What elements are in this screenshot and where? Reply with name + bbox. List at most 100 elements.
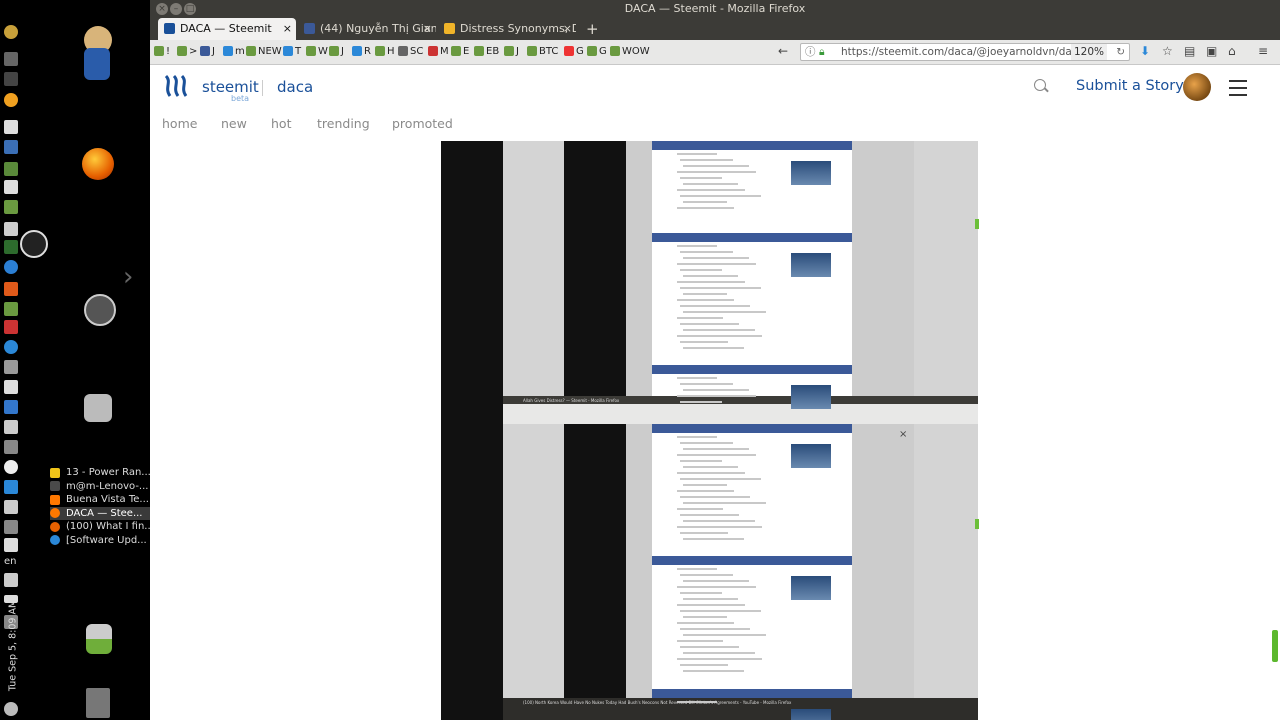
tab-daca[interactable]: DACA — Steemit × [158, 18, 296, 40]
close-tab-icon[interactable]: × [423, 18, 432, 40]
firefox-icon[interactable] [82, 148, 114, 180]
app-icon[interactable] [4, 120, 18, 134]
close-tab-icon[interactable]: × [563, 18, 572, 40]
document-icon[interactable] [84, 48, 110, 80]
back-icon[interactable]: ← [778, 44, 788, 58]
post-screenshot-image[interactable]: Allah Gives Distress? — Steemit - Mozill… [441, 141, 978, 720]
system-settings-icon[interactable] [84, 294, 116, 326]
search-icon[interactable] [1034, 79, 1046, 91]
app-icon[interactable] [4, 222, 18, 236]
reading-list-icon[interactable]: ▤ [1184, 44, 1195, 58]
bookmark-item[interactable]: J [329, 46, 344, 58]
scrollbar-thumb[interactable] [1272, 630, 1278, 662]
nav-new[interactable]: new [221, 116, 247, 131]
clock[interactable]: Tue Sep 5, 8:09 AM [8, 591, 19, 701]
window-item[interactable]: 13 - Power Ran... [50, 466, 150, 480]
app-icon[interactable] [4, 240, 18, 254]
window-item[interactable]: DACA — Stee... [50, 506, 150, 520]
app-icon[interactable] [4, 25, 18, 39]
bookmark-item[interactable]: R [352, 46, 371, 58]
bookmark-item[interactable]: M [428, 46, 449, 58]
nav-trending[interactable]: trending [317, 116, 370, 131]
app-icon[interactable] [4, 500, 18, 514]
bookmark-item[interactable]: SC [398, 46, 423, 58]
app-icon[interactable] [4, 72, 18, 86]
user-switch-icon[interactable] [86, 624, 112, 654]
trash-icon[interactable] [86, 688, 110, 718]
app-icon[interactable] [4, 520, 18, 534]
bookmark-item[interactable]: BTC [527, 46, 558, 58]
url-bar[interactable]: ⓘ 🔒︎ https://steemit.com/daca/@joeyarnol… [800, 43, 1130, 61]
bookmark-item[interactable]: WOW [610, 46, 650, 58]
archive-icon[interactable] [84, 394, 112, 422]
app-icon[interactable] [4, 380, 18, 394]
bookmark-item[interactable]: E [451, 46, 469, 58]
app-icon[interactable] [4, 52, 18, 66]
bookmark-item[interactable]: W [306, 46, 328, 58]
close-window-icon[interactable]: × [156, 3, 168, 15]
nested-text-line [680, 478, 761, 480]
bookmark-item[interactable]: G [564, 46, 584, 58]
power-icon[interactable] [4, 702, 18, 716]
submit-story-button[interactable]: Submit a Story [1076, 78, 1184, 94]
app-icon[interactable] [4, 200, 18, 214]
app-icon[interactable] [4, 360, 18, 374]
nav-hot[interactable]: hot [271, 116, 291, 131]
bookmark-item[interactable]: G [587, 46, 607, 58]
obs-icon[interactable] [20, 230, 48, 258]
youtube-icon[interactable]: ▣ [1206, 44, 1217, 58]
app-icon[interactable] [4, 180, 18, 194]
bookmark-item[interactable]: T [283, 46, 301, 58]
zoom-level[interactable]: 120% [1070, 44, 1107, 60]
bookmark-item[interactable]: EB [474, 46, 499, 58]
keyboard-language[interactable]: en [4, 556, 17, 567]
nav-home[interactable]: home [162, 116, 197, 131]
window-item[interactable]: [Software Upd... [50, 534, 150, 548]
app-icon[interactable] [4, 260, 18, 274]
avatar[interactable] [1183, 73, 1211, 101]
app-icon[interactable] [4, 400, 18, 414]
bookmark-item[interactable]: J [200, 46, 215, 58]
resize-handle[interactable] [975, 219, 979, 229]
hamburger-menu-icon[interactable] [1229, 80, 1247, 101]
new-tab-icon[interactable]: + [586, 18, 599, 40]
firefox-icon [50, 521, 60, 532]
steemit-logo-icon[interactable] [162, 74, 192, 100]
bookmark-item[interactable]: H [375, 46, 395, 58]
tab-distress[interactable]: Distress Synonyms, Di × [438, 18, 576, 40]
app-icon[interactable] [4, 162, 18, 176]
window-item[interactable]: m@m-Lenovo-... [50, 480, 150, 494]
volume-icon[interactable] [4, 573, 18, 587]
app-icon[interactable] [4, 480, 18, 494]
app-icon[interactable] [4, 460, 18, 474]
tab-facebook[interactable]: (44) Nguyễn Thị Giang × [298, 18, 436, 40]
window-item[interactable]: (100) What I fin... [50, 520, 150, 534]
app-icon[interactable] [4, 93, 18, 107]
bookmark-item[interactable]: m [223, 46, 245, 58]
reload-icon[interactable]: ↻ [1116, 44, 1125, 60]
app-icon[interactable] [4, 282, 18, 296]
close-tab-icon[interactable]: × [283, 18, 292, 40]
menu-icon[interactable]: ≡ [1258, 44, 1268, 58]
app-icon[interactable] [4, 140, 18, 154]
bookmark-item[interactable]: J [504, 46, 519, 58]
app-icon[interactable] [4, 440, 18, 454]
app-icon[interactable] [4, 538, 18, 552]
tag-link[interactable]: daca [277, 78, 313, 96]
home-icon[interactable]: ⌂ [1228, 44, 1236, 58]
app-icon[interactable] [4, 340, 18, 354]
app-icon[interactable] [4, 420, 18, 434]
chevron-right-icon[interactable]: › [123, 262, 133, 292]
download-icon[interactable]: ⬇ [1140, 44, 1150, 58]
minimize-window-icon[interactable]: – [170, 3, 182, 15]
bookmark-item[interactable]: NEW [246, 46, 282, 58]
nav-promoted[interactable]: promoted [392, 116, 453, 131]
maximize-window-icon[interactable]: □ [184, 3, 196, 15]
bookmark-star-icon[interactable]: ☆ [1162, 44, 1173, 58]
app-icon[interactable] [4, 302, 18, 316]
bookmark-item[interactable]: > [177, 46, 197, 58]
app-icon[interactable] [4, 320, 18, 334]
bookmark-item[interactable]: ! [154, 46, 170, 58]
window-item[interactable]: Buena Vista Te... [50, 493, 150, 507]
resize-handle[interactable] [975, 519, 979, 529]
